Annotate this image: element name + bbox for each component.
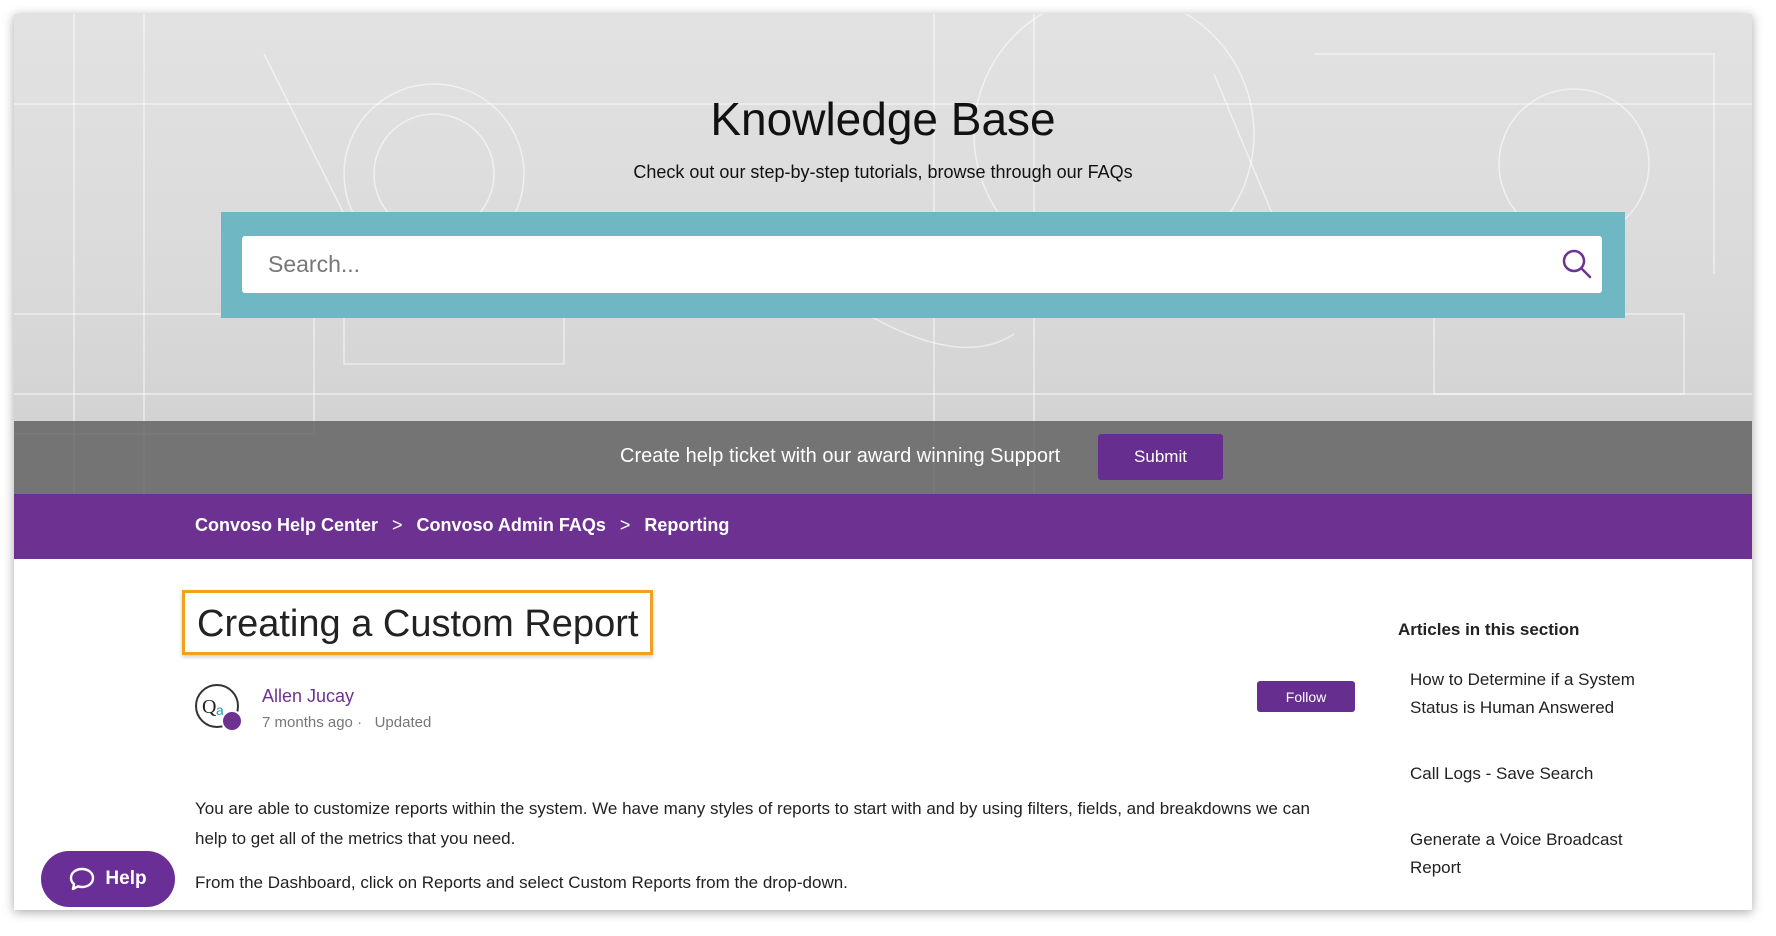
meta-separator: · — [357, 714, 363, 731]
author-name[interactable]: Allen Jucay — [262, 686, 354, 707]
chat-bubble-icon — [70, 867, 95, 891]
breadcrumb: Convoso Help Center > Convoso Admin FAQs… — [195, 515, 729, 536]
user-badge-icon — [221, 710, 243, 732]
sidebar-article-list: How to Determine if a System Status is H… — [1410, 666, 1640, 910]
search-icon[interactable] — [1561, 248, 1593, 285]
article-paragraph: From the Dashboard, click on Reports and… — [195, 873, 848, 892]
sidebar-heading: Articles in this section — [1398, 620, 1580, 639]
help-widget-button[interactable]: Help — [41, 851, 175, 907]
browser-page: Knowledge Base Check out our step-by-ste… — [14, 14, 1752, 910]
submit-button[interactable]: Submit — [1098, 434, 1223, 480]
breadcrumb-item-admin-faqs[interactable]: Convoso Admin FAQs — [417, 515, 606, 536]
sidebar-article-link[interactable]: Generate a Voice Broadcast Report — [1410, 826, 1640, 882]
search-band — [221, 212, 1625, 318]
article-meta: 7 months ago · Updated — [262, 714, 431, 731]
hero-banner: Knowledge Base Check out our step-by-ste… — [14, 14, 1752, 494]
breadcrumb-item-help-center[interactable]: Convoso Help Center — [195, 515, 378, 536]
breadcrumb-bar: Convoso Help Center > Convoso Admin FAQs… — [14, 494, 1752, 559]
article-title: Creating a Custom Report — [197, 603, 639, 645]
page-subtitle: Check out our step-by-step tutorials, br… — [633, 162, 1133, 182]
ticket-text: Create help ticket with our award winnin… — [620, 445, 1061, 467]
article-body: You are able to customize reports within… — [195, 794, 1315, 910]
article-title-highlight: Creating a Custom Report — [182, 590, 654, 655]
breadcrumb-separator: > — [619, 515, 631, 535]
avatar[interactable]: Q a — [195, 684, 243, 732]
updated-label: Updated — [374, 714, 432, 731]
search-input[interactable] — [242, 236, 1602, 293]
follow-button[interactable]: Follow — [1257, 681, 1355, 712]
page-title: Knowledge Base — [710, 93, 1056, 145]
svg-text:Q: Q — [202, 696, 217, 718]
sidebar-article-link[interactable]: How to Determine if a System Status is H… — [1410, 666, 1640, 722]
article-paragraph: You are able to customize reports within… — [195, 799, 1310, 848]
breadcrumb-item-reporting[interactable]: Reporting — [644, 515, 729, 536]
sidebar-article-link[interactable]: Call Logs - Save Search — [1410, 760, 1640, 788]
ticket-bar: Create help ticket with our award winnin… — [14, 421, 1752, 494]
breadcrumb-separator: > — [392, 515, 403, 535]
time-ago: 7 months ago — [262, 714, 353, 731]
help-label: Help — [105, 868, 147, 889]
